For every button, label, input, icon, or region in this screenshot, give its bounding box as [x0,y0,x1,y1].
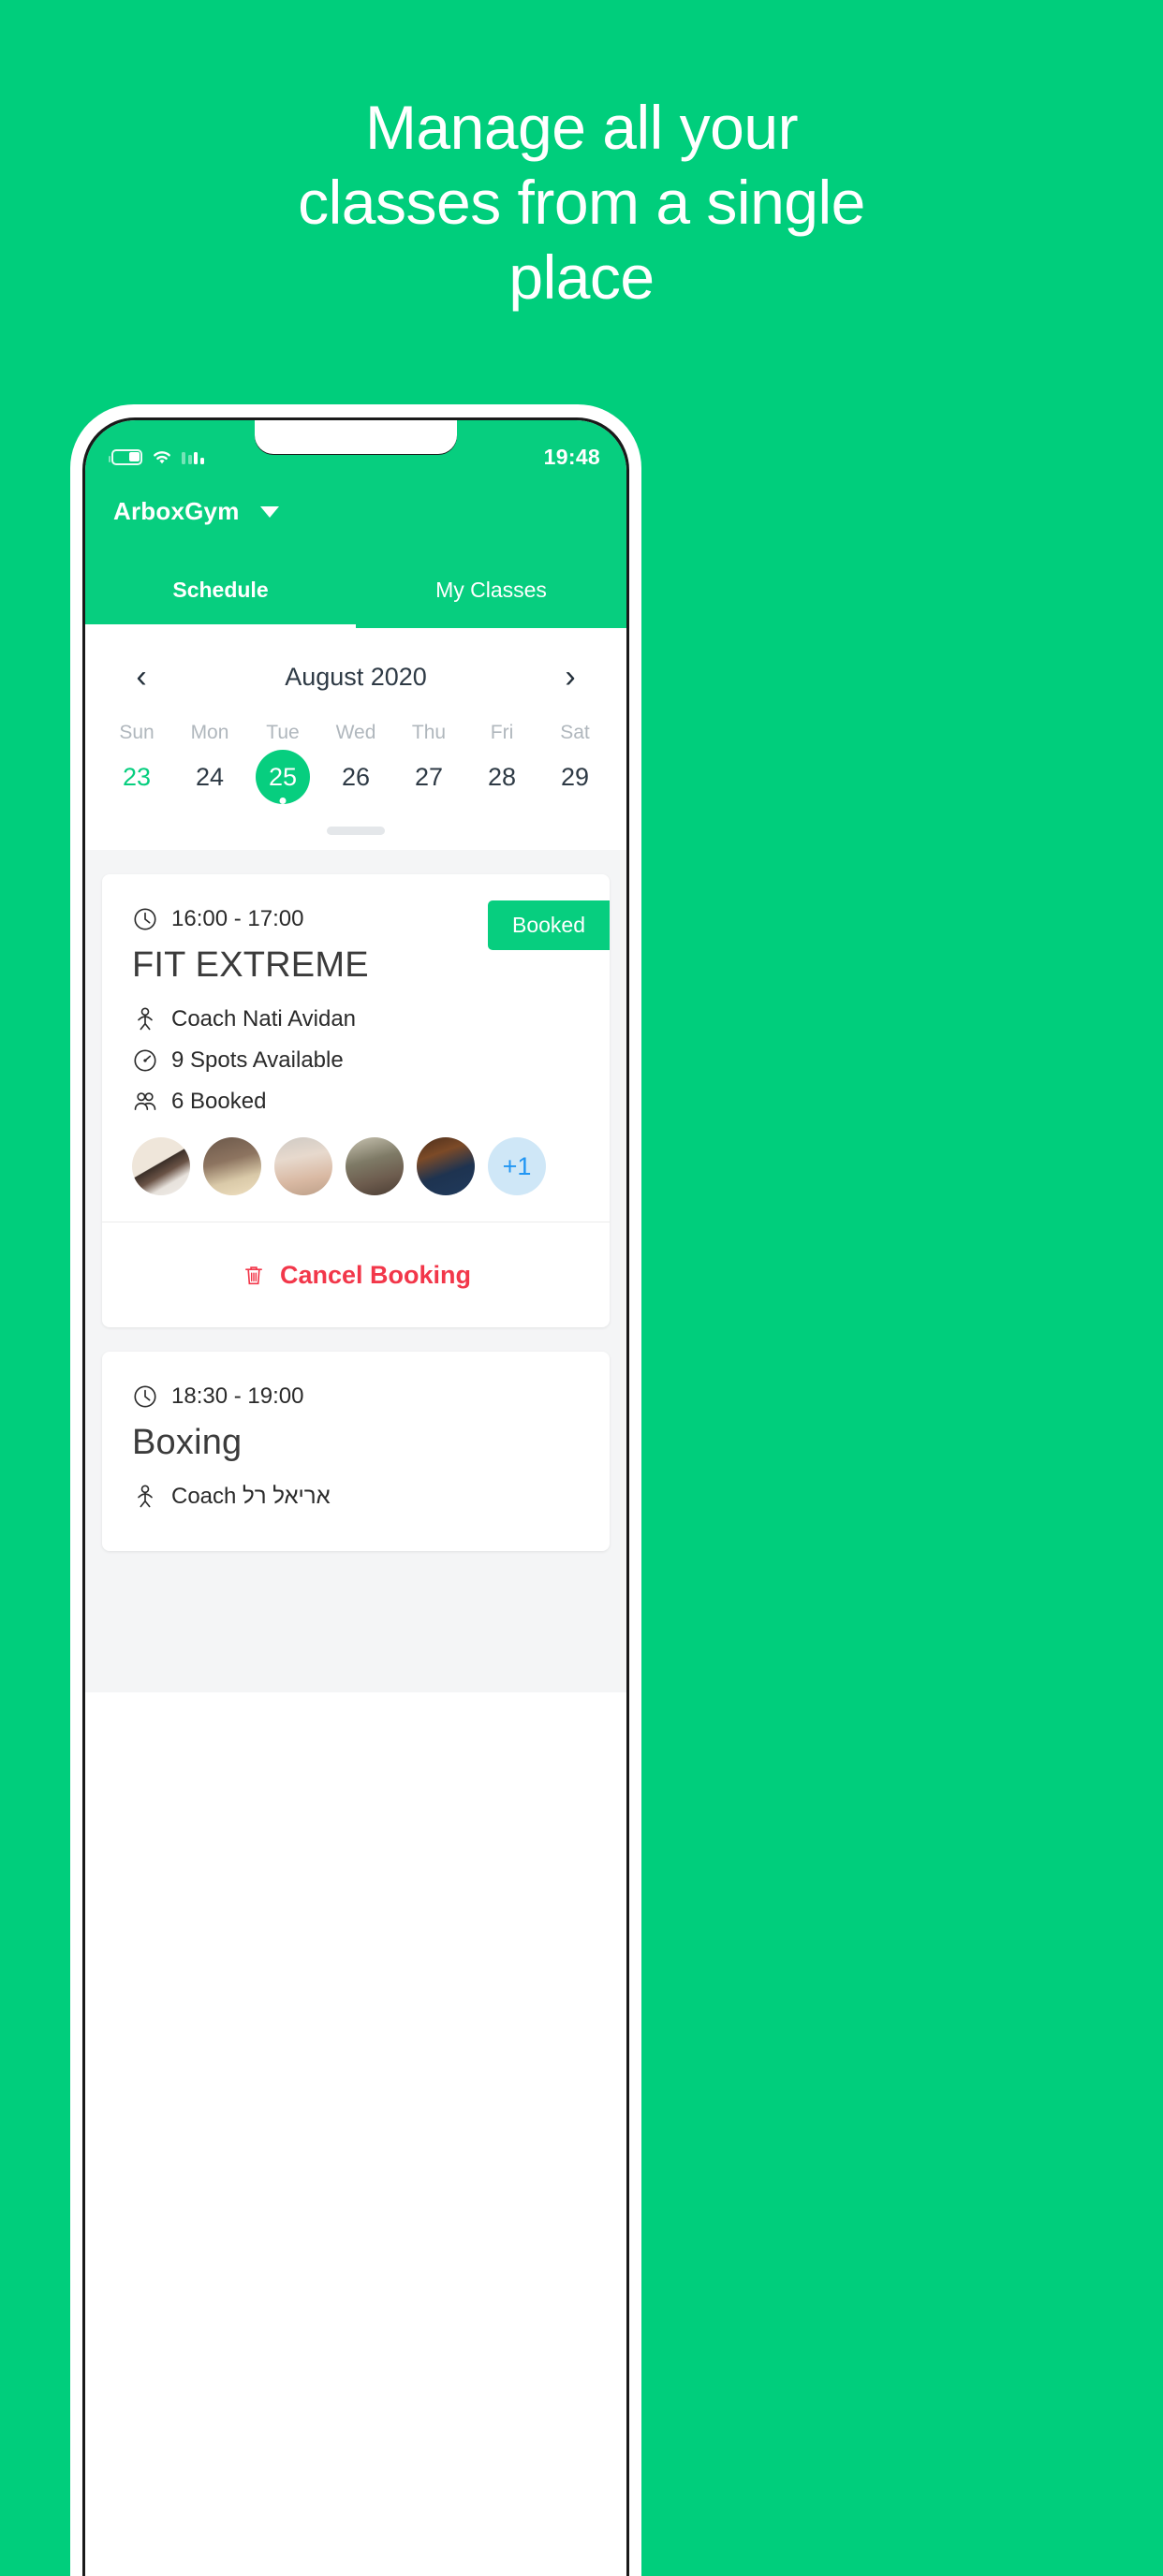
class-time: 18:30 - 19:00 [171,1383,304,1409]
class-booked-count: 6 Booked [171,1089,267,1114]
calendar-day[interactable]: 23 [100,748,173,806]
class-list: Booked 16:00 - 17:00 FIT EXTREME Coach N… [85,850,626,1692]
weekday-label: Wed [335,722,376,743]
calendar-day[interactable]: 24 [173,748,246,806]
promo-headline: Manage all your classes from a single pl… [0,90,1163,315]
drag-handle[interactable] [327,827,385,835]
cancel-booking-button[interactable]: Cancel Booking [102,1222,610,1327]
cancel-booking-label: Cancel Booking [279,1260,472,1289]
battery-icon [109,448,142,465]
avatar-overflow-badge[interactable]: +1 [488,1137,546,1195]
calendar-day[interactable]: 29 [538,748,611,806]
class-coach: Coach Nati Avidan [171,1006,357,1032]
class-title: Boxing [132,1423,243,1462]
avatar[interactable] [417,1137,475,1195]
avatar[interactable] [132,1137,190,1195]
clock-icon [134,908,156,930]
tab-bar: Schedule My Classes [85,570,626,628]
chevron-right-icon[interactable]: › [552,661,589,693]
weekday-label: Sun [119,722,155,743]
class-card[interactable]: Booked 16:00 - 17:00 FIT EXTREME Coach N… [102,874,610,1327]
avatar[interactable] [203,1137,261,1195]
calendar-day-selected[interactable]: 25 [246,748,319,806]
tab-my-classes[interactable]: My Classes [356,570,626,628]
avatar[interactable] [274,1137,332,1195]
weekday-label: Fri [490,722,514,743]
gauge-icon [134,1049,156,1072]
signal-bars-icon [182,450,204,464]
class-time: 16:00 - 17:00 [171,906,304,931]
trash-icon [245,1266,262,1285]
calendar-grid: Sun Mon Tue Wed Thu Fri Sat 23 24 25 26 … [85,705,626,806]
app-header: 19:48 ArboxGym Schedule My Classes [85,420,626,628]
calendar-day[interactable]: 27 [392,748,465,806]
weekday-label: Tue [266,722,300,743]
class-title: FIT EXTREME [132,945,369,985]
coach-icon [138,1485,153,1508]
headline-line-3: place [508,242,655,312]
tab-schedule[interactable]: Schedule [85,570,356,628]
gym-selector[interactable]: ArboxGym [113,497,279,526]
calendar-month-label: August 2020 [285,662,427,691]
phone-screen: 19:48 ArboxGym Schedule My Classes ‹ Aug… [85,420,626,2576]
clock-icon [134,1385,156,1408]
calendar-day[interactable]: 26 [319,748,392,806]
class-spots: 9 Spots Available [171,1047,344,1073]
people-icon [134,1092,156,1110]
status-badge: Booked [487,900,610,950]
gym-name: ArboxGym [113,497,240,525]
calendar-strip: ‹ August 2020 › Sun Mon Tue Wed Thu Fri … [85,628,626,835]
weekday-label: Mon [190,722,229,743]
class-card[interactable]: 18:30 - 19:00 Boxing Coach אריאל רל [102,1352,610,1551]
chevron-down-icon [259,505,279,518]
wifi-icon [154,451,170,464]
chevron-left-icon[interactable]: ‹ [123,661,160,693]
status-time: 19:48 [543,444,600,469]
headline-line-1: Manage all your [364,93,799,162]
phone-notch [255,420,457,454]
phone-mockup: 19:48 ArboxGym Schedule My Classes ‹ Aug… [70,404,641,2576]
coach-icon [138,1007,153,1031]
calendar-day[interactable]: 28 [465,748,538,806]
weekday-label: Sat [560,722,590,743]
headline-line-2: classes from a single [298,168,865,237]
weekday-label: Thu [411,722,447,743]
avatar[interactable] [346,1137,404,1195]
class-coach: Coach אריאל רל [171,1484,331,1509]
attendee-avatars: +1 [132,1137,580,1195]
